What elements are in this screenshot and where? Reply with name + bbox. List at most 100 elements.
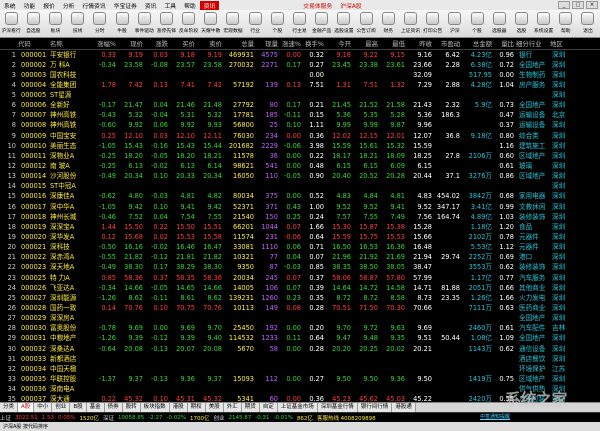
- table-row[interactable]: 8 000008 神州高铁 -0.60 9.92 0.06 9.92 9.93 56800 25 0…: [0, 120, 600, 130]
- toolbar-button-21[interactable]: ▭ 个股: [466, 10, 488, 37]
- toolbar-button-9[interactable]: ☺ 天耀牛散: [200, 10, 222, 37]
- toolbar-button-11[interactable]: ⌂ 行业: [244, 10, 266, 37]
- column-header-3[interactable]: 涨幅%: [90, 39, 118, 50]
- column-header-13[interactable]: 最高: [353, 39, 380, 50]
- column-header-2[interactable]: 名称: [50, 39, 90, 50]
- tab-15[interactable]: 上证基金市场: [277, 403, 318, 412]
- table-row[interactable]: 13 000014 沙河股份 -0.49 20.34 0.10 20.33 20.34 1605…: [0, 171, 600, 181]
- toolbar-button-2[interactable]: ▤ 板块: [44, 10, 66, 37]
- toolbar-button-19[interactable]: ⎙ 打印公告: [422, 10, 444, 37]
- tab-7[interactable]: 股转: [122, 403, 141, 412]
- tab-1[interactable]: A股: [18, 403, 35, 412]
- tab-17[interactable]: 银行间行情: [357, 403, 393, 412]
- toolbar-button-17[interactable]: ▮ 财务: [377, 10, 399, 37]
- table-row[interactable]: 28 000030 富奥股份 -0.78 9.69 0.00 9.69 9.70 25450 19…: [0, 323, 600, 333]
- menu-badge[interactable]: 资讯: [199, 0, 220, 10]
- tab-0[interactable]: 分类: [0, 403, 19, 412]
- column-header-11[interactable]: 换手%: [303, 39, 326, 50]
- close-button[interactable]: ×: [586, 1, 598, 9]
- table-row[interactable]: 16 000017 深中华A -1.05 9.42 0.10 9.41 9.42 52371 37…: [0, 201, 600, 211]
- menu-item-2[interactable]: 报价: [39, 1, 59, 10]
- tab-9[interactable]: 港股: [169, 403, 188, 412]
- toolbar-button-22[interactable]: ⌕ 选股器: [488, 10, 510, 37]
- tab-16[interactable]: 深圳基金行情: [317, 403, 358, 412]
- menu-item-3[interactable]: 分析: [59, 1, 79, 10]
- tab-8[interactable]: 板块指数: [140, 403, 170, 412]
- toolbar-button-6[interactable]: ⚑ 事件驱动: [133, 10, 155, 37]
- table-row[interactable]: 20 000021 深科技 -0.50 16.16 -0.02 16.46 16.47 3308…: [0, 242, 600, 252]
- table-row[interactable]: 11 000011 深物业A -0.25 18.20 -0.05 18.20 18.21 115…: [0, 151, 600, 161]
- table-row[interactable]: 19 000020 深华发A 0.12 15.68 0.02 15.53 15.58 11574…: [0, 232, 600, 242]
- table-row[interactable]: 5 000005 ST星源 深圳: [0, 90, 600, 100]
- toolbar-button-23[interactable]: ≡ 选股: [510, 10, 532, 37]
- tab-2[interactable]: 中小: [34, 403, 53, 412]
- minimize-button[interactable]: _: [558, 1, 570, 9]
- tab-5[interactable]: 基金: [86, 403, 105, 412]
- column-header-5[interactable]: 涨跌: [145, 39, 170, 50]
- table-row[interactable]: 21 000022 深赤湾A -0.55 21.82 -0.12 21.81 21.82 103…: [0, 252, 600, 262]
- toolbar-button-12[interactable]: ▥ 个股: [266, 10, 288, 37]
- table-row[interactable]: 18 000019 深深宝A 1.44 15.50 0.22 15.50 15.51 66201…: [0, 222, 600, 232]
- table-row[interactable]: 10 000010 美丽生态 -1.05 15.43 -0.16 15.43 15.44 201…: [0, 141, 600, 151]
- table-row[interactable]: 32 000034 中国天楹 环境保护 江苏: [0, 364, 600, 374]
- column-header-12[interactable]: 今开: [326, 39, 353, 50]
- column-header-7[interactable]: 卖价: [197, 39, 224, 50]
- column-header-1[interactable]: 代码: [18, 39, 50, 50]
- menu-item-7[interactable]: 工具: [160, 1, 180, 10]
- tab-11[interactable]: 美股: [205, 403, 224, 412]
- toolbar-button-14[interactable]: ¤ 金融产品: [311, 10, 333, 37]
- menu-item-6[interactable]: 资讯: [141, 1, 161, 10]
- table-row[interactable]: 23 000025 特 力A 0.85 58.36 0.37 58.35 58.36 20034…: [0, 272, 600, 282]
- column-header-19[interactable]: 细分行业: [516, 39, 550, 50]
- menu-item-5[interactable]: 华宝证券: [110, 1, 141, 10]
- table-row[interactable]: 9 000009 中国宝安 0.25 12.10 0.03 12.10 12.11 76030 2…: [0, 130, 600, 140]
- table-row[interactable]: 27 000029 深深房A 全国地产 深圳: [0, 313, 600, 323]
- table-row[interactable]: 25 000027 深圳能源 -1.26 8.62 -0.11 8.61 8.62 139231…: [0, 293, 600, 303]
- toolbar-button-16[interactable]: ♪ 公告订阅: [355, 10, 377, 37]
- toolbar-button-26[interactable]: ⏻ 退出: [577, 10, 599, 37]
- toolbar-button-18[interactable]: ✉ 上证资讯: [399, 10, 421, 37]
- tab-10[interactable]: 期权: [187, 403, 206, 412]
- table-row[interactable]: 14 000015 ST中冠A 深圳: [0, 181, 600, 191]
- table-row[interactable]: 26 000028 国药一致 0.14 70.76 0.10 70.75 70.76 10113…: [0, 303, 600, 313]
- tab-14[interactable]: 自定: [259, 403, 278, 412]
- toolbar-button-1[interactable]: ★ 自选股: [22, 10, 44, 37]
- tab-6[interactable]: 债券: [104, 403, 123, 412]
- column-header-4[interactable]: 现价: [118, 39, 145, 50]
- toolbar-button-5[interactable]: ♉ 牛股: [111, 10, 133, 37]
- table-row[interactable]: 22 000023 深天地A -0.49 38.30 0.17 38.29 38.30 9350…: [0, 262, 600, 272]
- table-row[interactable]: 15 000016 深康佳A -0.62 4.80 -0.03 4.81 4.82 80034 3…: [0, 191, 600, 201]
- toolbar-button-8[interactable]: ◐ 反牟阶段: [178, 10, 200, 37]
- tab-13[interactable]: 期货: [241, 403, 260, 412]
- column-header-14[interactable]: 最低: [380, 39, 407, 50]
- maximize-button[interactable]: □: [572, 1, 584, 9]
- table-row[interactable]: 7 000007 神州高铁 -0.43 5.32 -0.04 5.31 5.32 17781 18…: [0, 110, 600, 120]
- table-row[interactable]: 17 000018 神州长城 -0.46 7.52 0.04 7.54 7.55 21540 15…: [0, 212, 600, 222]
- toolbar-button-24[interactable]: ⚙ 系统设置: [533, 10, 555, 37]
- toolbar-button-20[interactable]: ↻ 沪深: [444, 10, 466, 37]
- menu-item-1[interactable]: 功能: [20, 1, 40, 10]
- column-header-6[interactable]: 买价: [170, 39, 197, 50]
- table-row[interactable]: 33 000035 华联控股 -1.37 9.37 -0.13 9.36 9.37 15093 1…: [0, 374, 600, 384]
- column-header-0[interactable]: [0, 39, 18, 50]
- column-header-15[interactable]: 昨收: [407, 39, 434, 50]
- tab-18[interactable]: 港股通: [392, 403, 416, 412]
- toolbar-button-3[interactable]: ╫ 技线: [67, 10, 89, 37]
- toolbar-button-25[interactable]: ? 帮助: [555, 10, 577, 37]
- tab-3[interactable]: 创业: [52, 403, 71, 412]
- table-row[interactable]: 12 000012 南 玻A -0.25 6.13 -0.02 6.13 6.14 98621 5…: [0, 161, 600, 171]
- toolbar-button-13[interactable]: ✎ 行主易: [288, 10, 310, 37]
- column-header-16[interactable]: 市盈动: [434, 39, 462, 50]
- menu-item-4[interactable]: 行情资讯: [78, 1, 109, 10]
- tab-12[interactable]: 外汇: [223, 403, 242, 412]
- table-row[interactable]: 3 000003 国农科技 0.00 32.09 517.95 0.00 生物制药 深圳: [0, 70, 600, 80]
- table-row[interactable]: 29 000031 中粮地产 -1.26 9.39 -0.12 9.39 9.40 114532…: [0, 333, 600, 343]
- table-row[interactable]: 31 000033 新都酒店 酒店餐饮 深圳: [0, 354, 600, 364]
- menu-item-8[interactable]: 帮助: [180, 1, 200, 10]
- table-row[interactable]: 30 000032 深桑达A -0.64 20.08 -0.13 20.07 20.08 567…: [0, 343, 600, 353]
- table-row[interactable]: 2 000002 万 科A -0.34 23.58 -0.08 23.57 23.58 2700…: [0, 60, 600, 70]
- table-row[interactable]: 1 000001 平安银行 0.33 9.19 0.03 9.18 9.19 469931 457…: [0, 49, 600, 60]
- column-header-17[interactable]: 总金额: [462, 39, 494, 50]
- tab-4[interactable]: B股: [70, 403, 87, 412]
- toolbar-button-15[interactable]: ⚲ 选股设置: [333, 10, 355, 37]
